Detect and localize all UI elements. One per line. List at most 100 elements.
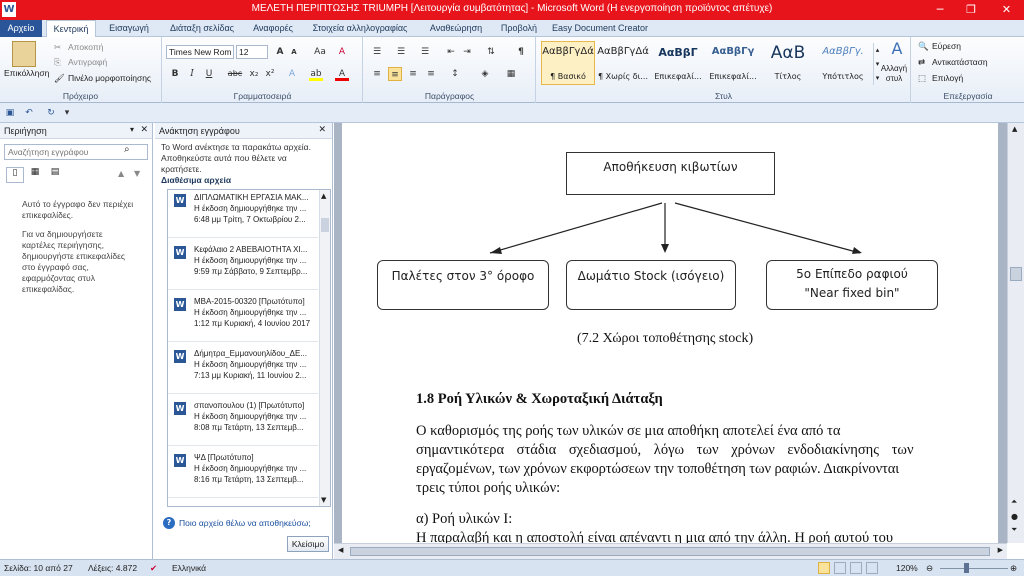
results-view-tab[interactable]: ▤: [46, 167, 64, 183]
tab-references[interactable]: Αναφορές: [246, 20, 300, 37]
list-item[interactable]: W Δήμητρα_Εμμανουηλίδου_ΔΕ... Η έκδοση δημ…: [168, 346, 318, 394]
select-icon[interactable]: ⬚: [918, 73, 926, 84]
font-color-button[interactable]: A: [335, 67, 349, 81]
h-scroll-thumb[interactable]: [350, 547, 990, 556]
help-icon[interactable]: ?: [163, 517, 175, 529]
find-icon[interactable]: 🔍: [918, 41, 929, 52]
align-left-icon[interactable]: ≡: [370, 67, 384, 81]
change-styles-button[interactable]: Αλλαγή στυλ: [877, 64, 911, 84]
line-spacing-icon[interactable]: ↕: [448, 67, 462, 81]
tab-page-layout[interactable]: Διάταξη σελίδας: [160, 20, 244, 37]
align-center-icon[interactable]: ≡: [388, 67, 402, 81]
document-page[interactable]: Αποθήκευση κιβωτίων Παλέτες στον 3° όροφ…: [342, 123, 998, 546]
browse-object-icon[interactable]: ●: [1011, 512, 1018, 521]
scroll-left-icon[interactable]: ◀: [338, 546, 343, 554]
change-styles-icon[interactable]: A: [885, 39, 909, 59]
bullets-icon[interactable]: ☰: [370, 45, 384, 59]
tab-home[interactable]: Κεντρική: [46, 20, 96, 38]
find-button[interactable]: Εύρεση: [932, 41, 961, 51]
recovery-close-icon[interactable]: ✕: [318, 125, 326, 135]
tab-insert[interactable]: Εισαγωγή: [100, 20, 158, 37]
redo-icon[interactable]: ↻: [44, 106, 58, 120]
scroll-thumb[interactable]: [1010, 267, 1022, 281]
list-item[interactable]: W ΨΔ [Πρωτότυπο] Η έκδοση δημιουργήθηκε τη…: [168, 450, 318, 498]
close-window-button[interactable]: ✕: [989, 0, 1024, 20]
cut-icon[interactable]: ✂: [54, 42, 61, 53]
next-page-icon[interactable]: ⏷: [1011, 525, 1017, 535]
align-right-icon[interactable]: ≡: [406, 67, 420, 81]
highlight-button[interactable]: ab: [309, 67, 323, 81]
bold-button[interactable]: B: [168, 67, 182, 81]
minimize-button[interactable]: ─: [925, 0, 955, 20]
full-screen-view-icon[interactable]: [834, 562, 846, 574]
undo-icon[interactable]: ↶: [22, 106, 36, 120]
underline-button[interactable]: U: [202, 67, 216, 81]
format-painter-button[interactable]: Πινέλο μορφοποίησης: [68, 73, 151, 83]
web-layout-view-icon[interactable]: [850, 562, 862, 574]
italic-button[interactable]: I: [185, 67, 199, 81]
clear-formatting-button[interactable]: A: [335, 45, 349, 59]
style-no-spacing[interactable]: ΑαΒβΓγΔά ¶ Χωρίς δι...: [596, 41, 650, 85]
font-family-input[interactable]: Times New Rom: [166, 45, 234, 59]
tab-mailings[interactable]: Στοιχεία αλληλογραφίας: [302, 20, 418, 37]
style-subtitle[interactable]: ΑαΒβΓγ. Υπότιτλος: [816, 41, 870, 85]
replace-button[interactable]: Αντικατάσταση: [932, 57, 988, 67]
scroll-thumb[interactable]: [321, 218, 329, 232]
proofing-icon[interactable]: ✔: [150, 560, 157, 576]
page-counter[interactable]: Σελίδα: 10 από 27: [4, 560, 73, 576]
close-recovery-button[interactable]: Κλείσιμο: [287, 536, 329, 552]
change-case-button[interactable]: Aa: [311, 45, 329, 59]
shading-icon[interactable]: ◈: [478, 67, 492, 81]
zoom-level[interactable]: 120%: [896, 560, 918, 576]
subscript-button[interactable]: x₂: [247, 67, 261, 81]
which-file-help-link[interactable]: Ποιο αρχείο θέλω να αποθηκεύσω;: [179, 518, 311, 528]
style-heading-1[interactable]: ΑαΒβΓ Επικεφαλί...: [651, 41, 705, 85]
decrease-indent-icon[interactable]: ⇤: [444, 45, 458, 59]
format-painter-icon[interactable]: 🖌: [54, 73, 65, 84]
sort-icon[interactable]: ⇅: [484, 45, 498, 59]
superscript-button[interactable]: x²: [263, 67, 277, 81]
customize-qat-icon[interactable]: ▾: [60, 106, 74, 120]
shrink-font-button[interactable]: A: [287, 45, 301, 59]
list-item[interactable]: Wσπανοπουλου (1) [Πρωτότυπο] Η έκδοση δημ…: [168, 398, 318, 446]
language-indicator[interactable]: Ελληνικά: [172, 560, 206, 576]
increase-indent-icon[interactable]: ⇥: [460, 45, 474, 59]
tab-review[interactable]: Αναθεώρηση: [420, 20, 492, 37]
paste-button[interactable]: Επικόλληση: [4, 68, 49, 78]
strikethrough-button[interactable]: abc: [226, 67, 244, 81]
justify-icon[interactable]: ≡: [424, 67, 438, 81]
scroll-up-icon[interactable]: ▲: [321, 192, 326, 200]
pane-menu-icon[interactable]: ▾: [130, 125, 134, 134]
zoom-in-icon[interactable]: ⊕: [1010, 560, 1017, 576]
outline-view-icon[interactable]: [866, 562, 878, 574]
zoom-out-icon[interactable]: ⊖: [926, 560, 933, 576]
grow-font-button[interactable]: A: [273, 45, 287, 59]
word-count[interactable]: Λέξεις: 4.872: [88, 560, 137, 576]
zoom-slider-thumb[interactable]: [964, 563, 969, 573]
list-item[interactable]: W ΔΙΠΛΩΜΑΤΙΚΗ ΕΡΓΑΣΙΑ ΜΑΚ... Η έκδοση δημι…: [168, 190, 318, 238]
print-layout-view-icon[interactable]: [818, 562, 830, 574]
vertical-scrollbar[interactable]: ▲ ⏶ ● ⏷: [1007, 123, 1024, 543]
tab-view[interactable]: Προβολή: [494, 20, 544, 37]
numbering-icon[interactable]: ☰: [394, 45, 408, 59]
restore-button[interactable]: ❐: [956, 0, 986, 20]
style-title[interactable]: ΑαΒ Τίτλος: [761, 41, 815, 85]
tab-file[interactable]: Αρχείο: [0, 20, 42, 37]
horizontal-scrollbar[interactable]: ◀ ▶: [334, 543, 1007, 559]
scroll-down-icon[interactable]: ▼: [321, 496, 326, 504]
scroll-up-icon[interactable]: ▲: [1012, 125, 1017, 133]
cut-button[interactable]: Αποκοπή: [68, 42, 104, 52]
select-button[interactable]: Επιλογή: [932, 73, 963, 83]
text-effects-button[interactable]: A: [285, 67, 299, 81]
recovery-list-scrollbar[interactable]: ▲ ▼: [319, 190, 330, 506]
pages-view-tab[interactable]: ▦: [26, 167, 44, 183]
font-size-input[interactable]: 12: [236, 45, 268, 59]
prev-result-icon[interactable]: ▲: [118, 169, 124, 178]
tab-easy-document-creator[interactable]: Easy Document Creator: [548, 20, 652, 37]
next-result-icon[interactable]: ▼: [134, 169, 140, 178]
prev-page-icon[interactable]: ⏶: [1011, 497, 1017, 507]
zoom-slider[interactable]: [940, 568, 1008, 569]
replace-icon[interactable]: ⇄: [918, 57, 925, 68]
copy-button[interactable]: Αντιγραφή: [68, 57, 107, 67]
show-formatting-button[interactable]: ¶: [514, 45, 528, 59]
